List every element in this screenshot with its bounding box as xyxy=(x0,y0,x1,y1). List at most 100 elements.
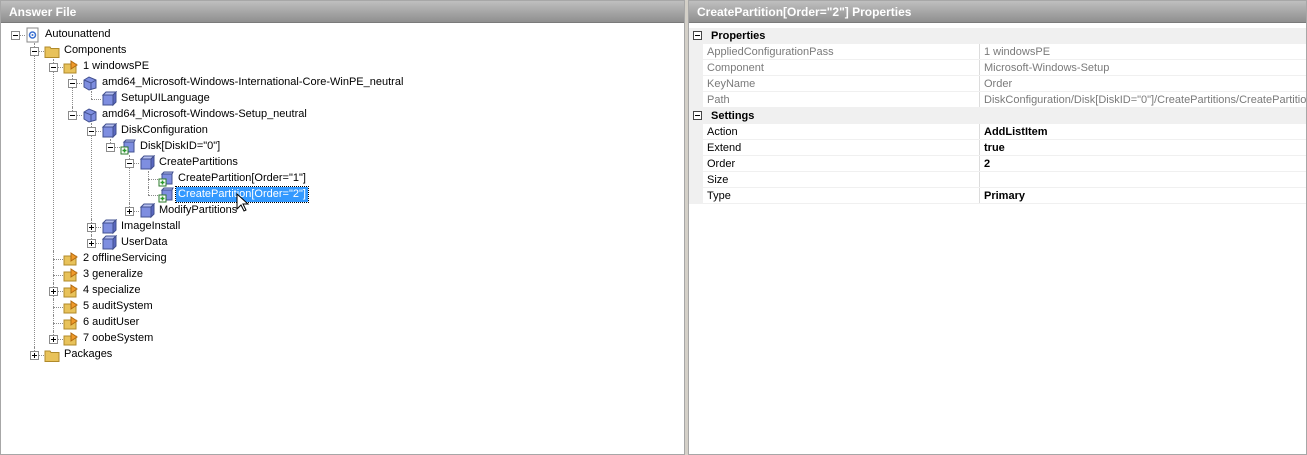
tree-node-label[interactable]: 3 generalize xyxy=(81,267,145,282)
answer-file-icon xyxy=(25,27,41,43)
pass-icon xyxy=(63,299,79,315)
tree-node-label[interactable]: 5 auditSystem xyxy=(81,299,155,314)
setting-icon xyxy=(101,234,118,251)
property-row-keyname[interactable]: KeyName Order xyxy=(689,76,1306,92)
tree-node-label[interactable]: Disk[DiskID="0"] xyxy=(138,139,222,154)
list-item-icon xyxy=(158,171,174,187)
column-splitter[interactable] xyxy=(979,60,980,76)
tree-node-label[interactable]: amd64_Microsoft-Windows-Setup_neutral xyxy=(100,107,309,122)
tree-node-label[interactable]: ImageInstall xyxy=(119,219,182,234)
collapse-icon[interactable] xyxy=(106,143,115,152)
property-row-type[interactable]: Type Primary xyxy=(689,188,1306,204)
collapse-icon[interactable] xyxy=(30,47,39,56)
column-splitter[interactable] xyxy=(979,188,980,204)
answer-file-title: Answer File xyxy=(1,1,684,23)
property-gutter xyxy=(689,124,703,140)
property-row-path[interactable]: Path DiskConfiguration/Disk[DiskID="0"]/C… xyxy=(689,92,1306,108)
tree-node-label[interactable]: CreatePartition[Order="1"] xyxy=(176,171,308,186)
property-gutter xyxy=(689,188,703,204)
expand-icon[interactable] xyxy=(30,351,39,360)
column-splitter[interactable] xyxy=(979,172,980,188)
property-row-action[interactable]: Action AddListItem xyxy=(689,124,1306,140)
expand-icon[interactable] xyxy=(87,239,96,248)
property-gutter xyxy=(689,44,703,60)
tree-connector xyxy=(53,67,54,259)
property-value: Order xyxy=(984,78,1013,90)
tree-node-label[interactable]: 4 specialize xyxy=(81,283,142,298)
column-splitter[interactable] xyxy=(979,140,980,156)
property-category-properties[interactable]: Properties xyxy=(689,28,1306,44)
tree-node-label[interactable]: CreatePartitions xyxy=(157,155,240,170)
column-splitter[interactable] xyxy=(979,124,980,140)
list-item-icon xyxy=(120,139,136,155)
tree-connector xyxy=(148,179,158,180)
property-gutter xyxy=(689,60,703,76)
expand-icon[interactable] xyxy=(49,335,58,344)
property-category-settings[interactable]: Settings xyxy=(689,108,1306,124)
column-splitter[interactable] xyxy=(979,76,980,92)
expand-icon[interactable] xyxy=(49,287,58,296)
property-row-order[interactable]: Order 2 xyxy=(689,156,1306,172)
collapse-icon[interactable] xyxy=(693,111,702,120)
tree-connector xyxy=(148,171,149,179)
property-name: Order xyxy=(707,158,736,170)
pass-icon xyxy=(63,315,79,331)
category-label: Settings xyxy=(711,110,755,122)
property-gutter xyxy=(689,140,703,156)
tree-connector xyxy=(34,51,35,355)
setting-icon xyxy=(139,202,156,219)
pass-icon xyxy=(63,331,79,347)
component-icon xyxy=(82,75,98,91)
column-splitter[interactable] xyxy=(979,92,980,108)
property-value[interactable]: true xyxy=(984,140,1306,156)
tree-node-label[interactable]: Packages xyxy=(62,347,114,362)
property-row-appliedconfigurationpass[interactable]: AppliedConfigurationPass 1 windowsPE xyxy=(689,44,1306,60)
tree-connector xyxy=(53,275,63,276)
property-name: Component xyxy=(707,62,764,74)
property-value[interactable]: 2 xyxy=(984,156,1306,172)
collapse-icon[interactable] xyxy=(68,79,77,88)
category-label: Properties xyxy=(711,30,766,42)
collapse-icon[interactable] xyxy=(693,31,702,40)
column-splitter[interactable] xyxy=(979,44,980,60)
pass-icon xyxy=(63,59,79,75)
list-item-icon xyxy=(158,187,174,203)
expand-icon[interactable] xyxy=(87,223,96,232)
tree-node-label[interactable]: ModifyPartitions xyxy=(157,203,239,218)
tree-node-label[interactable]: Components xyxy=(62,43,128,58)
tree-connector xyxy=(53,307,63,308)
tree-node-label[interactable]: amd64_Microsoft-Windows-International-Co… xyxy=(100,75,405,90)
property-row-extend[interactable]: Extend true xyxy=(689,140,1306,156)
tree-connector xyxy=(53,315,54,323)
tree-node-label[interactable]: Autounattend xyxy=(43,27,112,42)
setting-icon xyxy=(101,90,118,107)
collapse-icon[interactable] xyxy=(68,111,77,120)
properties-pane: CreatePartition[Order="2"] Properties Pr… xyxy=(688,0,1307,455)
property-value[interactable]: Primary xyxy=(984,188,1306,204)
tree-node-label[interactable]: 6 auditUser xyxy=(81,315,141,330)
answer-file-pane: Answer File Autounattend Components 1 wind… xyxy=(0,0,685,455)
collapse-icon[interactable] xyxy=(49,63,58,72)
tree-node-label[interactable]: DiskConfiguration xyxy=(119,123,210,138)
collapse-icon[interactable] xyxy=(11,31,20,40)
row-separator xyxy=(703,203,1306,204)
tree-node-label[interactable]: 7 oobeSystem xyxy=(81,331,155,346)
component-icon xyxy=(82,107,98,123)
tree-node-label[interactable]: SetupUILanguage xyxy=(119,91,212,106)
pass-icon xyxy=(63,251,79,267)
properties-title: CreatePartition[Order="2"] Properties xyxy=(689,1,1306,23)
property-name: Size xyxy=(707,174,729,186)
column-splitter[interactable] xyxy=(979,156,980,172)
property-row-size[interactable]: Size xyxy=(689,172,1306,188)
tree-node-label[interactable]: 1 windowsPE xyxy=(81,59,151,74)
tree-node-label[interactable]: UserData xyxy=(119,235,169,250)
expand-icon[interactable] xyxy=(125,207,134,216)
property-row-component[interactable]: Component Microsoft-Windows-Setup xyxy=(689,60,1306,76)
collapse-icon[interactable] xyxy=(125,159,134,168)
property-name: Action xyxy=(707,126,738,138)
collapse-icon[interactable] xyxy=(87,127,96,136)
property-value[interactable]: AddListItem xyxy=(984,124,1306,140)
property-value: 1 windowsPE xyxy=(984,46,1051,58)
tree-connector xyxy=(53,259,63,260)
tree-node-label[interactable]: 2 offlineServicing xyxy=(81,251,169,266)
